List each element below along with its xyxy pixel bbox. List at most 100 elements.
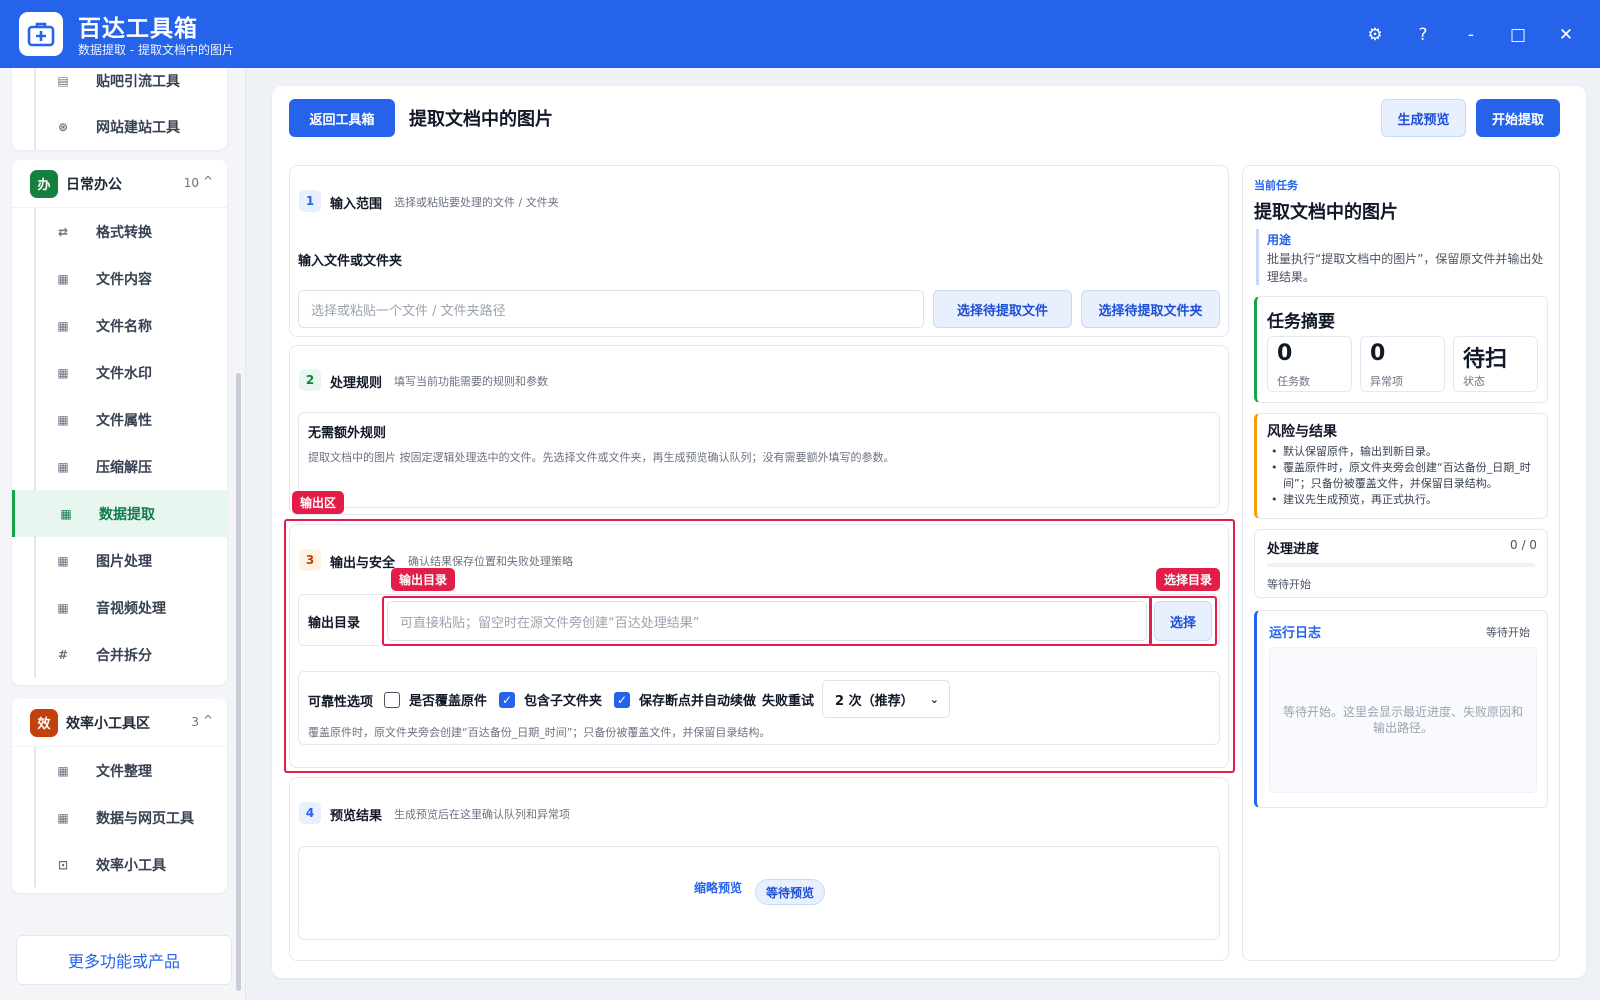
sidebar-item-file-watermark[interactable]: ▦ 文件水印: [12, 349, 227, 396]
sidebar: ▤ 贴吧引流工具 ⊛ 网站建站工具 办 日常办公 10 ^ ⇄ 格式转换 ▦ 文…: [0, 68, 246, 1000]
document-icon: ▤: [57, 74, 69, 88]
overwrite-checkbox[interactable]: [384, 691, 400, 708]
choose-dir-button[interactable]: 选择: [1154, 601, 1212, 641]
maximize-button[interactable]: □: [1503, 20, 1533, 50]
usage-accent: [1256, 229, 1259, 285]
globe-icon: ⊛: [57, 120, 69, 134]
stat-status: 待扫 状态: [1453, 336, 1538, 392]
chevron-down-icon: ⌄: [929, 692, 939, 706]
input-field-label: 输入文件或文件夹: [298, 254, 403, 269]
group-count: 10: [183, 176, 199, 190]
log-placeholder: 等待开始。这里会显示最近进度、失败原因和输出路径。: [1282, 705, 1523, 735]
sidebar-item-data-web-tools[interactable]: ▦ 数据与网页工具: [12, 794, 227, 841]
group-count: 3: [191, 715, 199, 729]
sidebar-item-tieba[interactable]: ▤ 贴吧引流工具: [12, 68, 227, 104]
page-title: 提取文档中的图片: [409, 109, 553, 130]
sidebar-item-av-process[interactable]: ▦ 音视频处理: [12, 584, 227, 631]
sidebar-group-office: 办 日常办公 10 ^ ⇄ 格式转换 ▦ 文件内容 ▦ 文件名称 ▦ 文件水印 …: [12, 160, 227, 685]
grid-icon: ▦: [57, 553, 69, 568]
rule-description: 提取文档中的图片 按固定逻辑处理选中的文件。先选择文件或文件夹，再生成预览确认队…: [308, 451, 895, 464]
sidebar-item-file-name[interactable]: ▦ 文件名称: [12, 302, 227, 349]
section-number: 2: [299, 369, 321, 391]
sidebar-item-file-properties[interactable]: ▦ 文件属性: [12, 396, 227, 443]
sidebar-item-efficiency-tools[interactable]: ⊡ 效率小工具: [12, 841, 227, 888]
convert-icon: ⇄: [57, 224, 69, 239]
sidebar-group-efficiency: 效 效率小工具区 3 ^ ▦ 文件整理 ▦ 数据与网页工具 ⊡ 效率小工具: [12, 699, 227, 893]
app-subtitle: 数据提取 - 提取文档中的图片: [78, 43, 234, 57]
sidebar-scrollbar[interactable]: [236, 373, 241, 991]
log-status: 等待开始: [1486, 626, 1530, 639]
current-task-label: 当前任务: [1254, 179, 1298, 192]
close-button[interactable]: ✕: [1551, 20, 1581, 50]
back-to-toolbox-button[interactable]: 返回工具箱: [289, 99, 395, 137]
sidebar-item-website[interactable]: ⊛ 网站建站工具: [12, 104, 227, 150]
sidebar-item-image-process[interactable]: ▦ 图片处理: [12, 537, 227, 584]
section-hint: 填写当前功能需要的规则和参数: [394, 375, 548, 388]
grid-icon: ▦: [57, 459, 69, 474]
usage-label: 用途: [1267, 233, 1292, 247]
section-title: 输入范围: [330, 197, 383, 212]
stat-exception-count: 0 异常项: [1360, 336, 1445, 392]
reliability-label: 可靠性选项: [308, 695, 374, 710]
risk-item: • 覆盖原件时，原文件夹旁会创建“百达备份_日期_时间”；只备份被覆盖文件，并保留…: [1271, 461, 1531, 490]
log-output-area[interactable]: 等待开始。这里会显示最近进度、失败原因和输出路径。: [1269, 647, 1537, 793]
choose-dir-tag: 选择目录: [1156, 568, 1221, 591]
thumbnail-preview-link[interactable]: 缩略预览: [694, 879, 742, 896]
grid-icon: ▦: [60, 506, 72, 521]
output-area-tag: 输出区: [292, 491, 345, 514]
task-title: 提取文档中的图片: [1254, 202, 1398, 223]
section-number: 3: [299, 549, 321, 571]
help-icon[interactable]: ?: [1408, 20, 1438, 50]
output-dir-tag: 输出目录: [391, 568, 456, 591]
usage-description: 批量执行“提取文档中的图片”，保留原文件并输出处理结果。: [1267, 252, 1544, 284]
risk-item: • 建议先生成预览，再正式执行。: [1271, 493, 1437, 506]
output-dir-input[interactable]: 可直接粘贴；留空时在源文件旁创建“百达处理结果”: [387, 601, 1147, 641]
log-title: 运行日志: [1269, 626, 1322, 641]
toolbox-icon: ⊡: [57, 857, 69, 872]
collapse-caret-icon[interactable]: ^: [203, 713, 213, 727]
generate-preview-button[interactable]: 生成预览: [1381, 99, 1466, 137]
group-label: 效率小工具区: [66, 715, 150, 732]
sidebar-item-data-extract[interactable]: ▦ 数据提取: [12, 490, 227, 537]
group-header-efficiency[interactable]: 效 效率小工具区 3 ^: [12, 699, 227, 747]
retry-select[interactable]: 2 次（推荐） ⌄: [822, 680, 950, 718]
sidebar-item-format-convert[interactable]: ⇄ 格式转换: [12, 208, 227, 255]
progress-count: 0 / 0: [1510, 538, 1537, 552]
section-title: 预览结果: [330, 809, 383, 824]
subfolders-checkbox[interactable]: ✓: [499, 691, 516, 708]
stat-task-count: 0 任务数: [1267, 336, 1352, 392]
group-label: 日常办公: [66, 176, 122, 193]
risk-title: 风险与结果: [1267, 424, 1337, 440]
sidebar-item-file-organize[interactable]: ▦ 文件整理: [12, 747, 227, 794]
rule-title: 无需额外规则: [308, 426, 387, 441]
grid-icon: ▦: [57, 412, 69, 427]
reliability-options: 是否覆盖原件 ✓ 包含子文件夹 ✓ 保存断点并自动续做 失败重试: [384, 690, 814, 709]
grid-icon: ▦: [57, 810, 69, 825]
sidebar-item-compress[interactable]: ▦ 压缩解压: [12, 443, 227, 490]
section-number: 1: [299, 190, 321, 212]
group-header-office[interactable]: 办 日常办公 10 ^: [12, 160, 227, 208]
resume-label: 保存断点并自动续做: [639, 694, 757, 709]
waiting-preview-badge: 等待预览: [755, 879, 826, 905]
collapse-caret-icon[interactable]: ^: [203, 174, 213, 188]
grid-icon: ▦: [57, 365, 69, 380]
grid-icon: ▦: [57, 763, 69, 778]
overwrite-label: 是否覆盖原件: [409, 694, 488, 709]
subfolders-label: 包含子文件夹: [524, 694, 603, 709]
settings-gear-icon[interactable]: ⚙: [1360, 20, 1390, 50]
minimize-button[interactable]: -: [1456, 20, 1486, 50]
resume-checkbox[interactable]: ✓: [614, 691, 631, 708]
sidebar-item-merge-split[interactable]: # 合并拆分: [12, 631, 227, 678]
retry-select-value: 2 次（推荐）: [835, 693, 914, 709]
section-hint: 确认结果保存位置和失败处理策略: [408, 555, 573, 568]
progress-track: [1267, 563, 1535, 567]
section-title: 输出与安全: [330, 556, 396, 571]
title-bar: 百达工具箱 数据提取 - 提取文档中的图片 ⚙ ? - □ ✕: [0, 0, 1600, 68]
input-path-field[interactable]: 选择或粘贴一个文件 / 文件夹路径: [298, 290, 924, 328]
start-extract-button[interactable]: 开始提取: [1476, 99, 1560, 137]
select-folder-button[interactable]: 选择待提取文件夹: [1081, 290, 1220, 328]
hash-icon: #: [57, 647, 69, 662]
select-file-button[interactable]: 选择待提取文件: [933, 290, 1072, 328]
more-features-button[interactable]: 更多功能或产品: [16, 935, 232, 985]
sidebar-item-file-content[interactable]: ▦ 文件内容: [12, 255, 227, 302]
